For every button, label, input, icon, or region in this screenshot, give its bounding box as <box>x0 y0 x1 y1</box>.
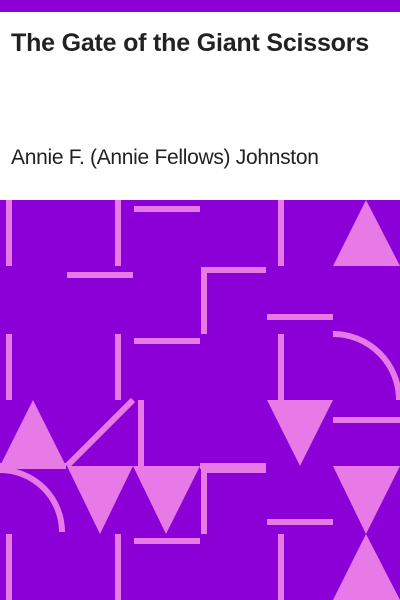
cover-pattern-art <box>0 200 400 600</box>
book-title: The Gate of the Giant Scissors <box>11 29 369 57</box>
book-author: Annie F. (Annie Fellows) Johnston <box>11 146 319 169</box>
cover-top-stripe <box>0 0 400 12</box>
